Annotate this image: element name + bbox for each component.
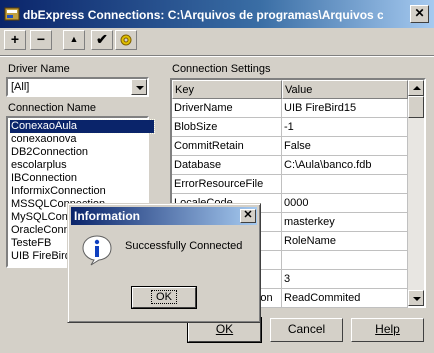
setting-value-cell[interactable]: ReadCommited <box>282 289 408 308</box>
window-title: dbExpress Connections: C:\Arquivos de pr… <box>23 8 383 22</box>
column-header-key[interactable]: Key <box>172 80 282 99</box>
info-icon <box>82 235 112 266</box>
driver-name-combo[interactable]: [All] <box>6 77 149 97</box>
chevron-down-icon <box>136 86 144 90</box>
gear-icon <box>120 34 132 46</box>
settings-button[interactable] <box>115 30 137 50</box>
connection-name-label: Connection Name <box>8 102 97 114</box>
scroll-up-button[interactable] <box>408 80 424 96</box>
title-bar[interactable]: dbExpress Connections: C:\Arquivos de pr… <box>0 0 434 28</box>
connection-list-item[interactable]: escolarplus <box>10 159 154 172</box>
setting-value-cell[interactable]: 0000 <box>282 194 408 213</box>
add-connection-button[interactable]: + <box>4 30 26 50</box>
setting-key-cell[interactable]: Database <box>172 156 282 175</box>
connection-list-item[interactable]: DB2Connection <box>10 146 154 159</box>
help-button-label: Help <box>375 322 400 336</box>
setting-value-cell[interactable] <box>282 175 408 194</box>
close-button[interactable]: ✕ <box>410 5 429 23</box>
connection-list-item[interactable]: ConexaoAula <box>9 119 155 134</box>
information-dialog: Information ✕ Successfully Connected OK <box>67 203 261 323</box>
ok-button-label: OK <box>215 322 234 336</box>
scroll-down-button[interactable] <box>408 290 424 306</box>
app-icon <box>4 7 20 21</box>
chevron-up-icon <box>413 86 421 90</box>
dialog-ok-label: OK <box>151 290 177 304</box>
vertical-scrollbar[interactable] <box>408 80 424 306</box>
dialog-close-button[interactable]: ✕ <box>240 209 256 223</box>
setting-value-cell[interactable]: RoleName <box>282 232 408 251</box>
scroll-thumb[interactable] <box>408 96 424 118</box>
driver-name-label: Driver Name <box>8 63 70 75</box>
dialog-title-bar[interactable]: Information ✕ <box>71 207 257 225</box>
setting-value-cell[interactable] <box>282 251 408 270</box>
driver-name-value: [All] <box>11 81 30 93</box>
cancel-button[interactable]: Cancel <box>270 318 343 342</box>
dialog-ok-button[interactable]: OK <box>131 286 197 309</box>
connection-settings-label: Connection Settings <box>172 63 271 75</box>
connection-list-item[interactable]: conexaonova <box>10 133 154 146</box>
setting-value-cell[interactable]: False <box>282 137 408 156</box>
setting-key-cell[interactable]: ErrorResourceFile <box>172 175 282 194</box>
remove-connection-button[interactable]: − <box>30 30 52 50</box>
setting-value-cell[interactable]: masterkey <box>282 213 408 232</box>
help-button[interactable]: Help <box>351 318 424 342</box>
setting-key-cell[interactable]: CommitRetain <box>172 137 282 156</box>
chevron-down-icon <box>413 297 421 301</box>
connection-list-item[interactable]: InformixConnection <box>10 185 154 198</box>
dialog-title: Information <box>74 209 140 223</box>
column-header-value[interactable]: Value <box>282 80 408 99</box>
setting-key-cell[interactable]: DriverName <box>172 99 282 118</box>
rename-connection-button[interactable]: ▲ <box>63 30 85 50</box>
setting-value-cell[interactable]: -1 <box>282 118 408 137</box>
setting-value-cell[interactable]: 3 <box>282 270 408 289</box>
setting-value-cell[interactable]: UIB FireBird15 <box>282 99 408 118</box>
setting-value-cell[interactable]: C:\Aula\banco.fdb <box>282 156 408 175</box>
toolbar-separator <box>0 55 434 57</box>
connection-list-item[interactable]: IBConnection <box>10 172 154 185</box>
driver-dropdown-button[interactable] <box>131 79 147 95</box>
setting-key-cell[interactable]: BlobSize <box>172 118 282 137</box>
test-connection-button[interactable]: ✔ <box>91 30 113 50</box>
dialog-message: Successfully Connected <box>125 240 243 252</box>
